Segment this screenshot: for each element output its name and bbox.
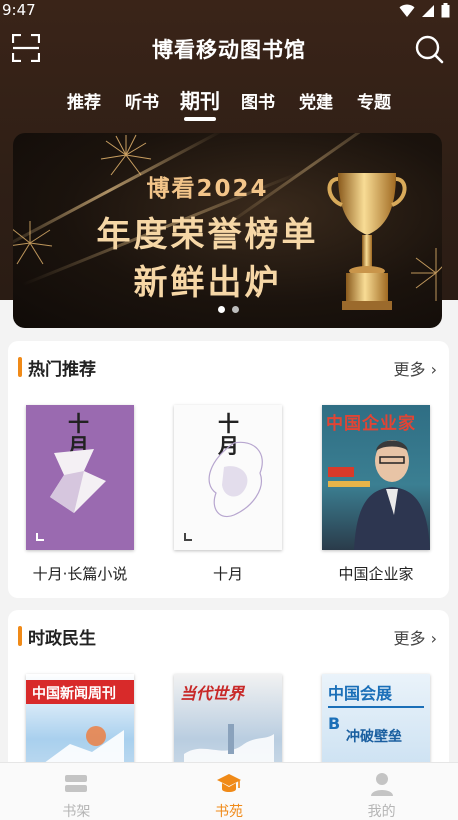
nav-bookshelf[interactable]: 书架: [0, 763, 153, 820]
cover-corner-mark: [36, 533, 44, 541]
category-tabs: 推荐 听书 期刊 图书 党建 专题: [0, 88, 458, 128]
tab-books[interactable]: 图书: [229, 88, 287, 128]
cover-corner-mark: [184, 533, 192, 541]
tab-label: 推荐: [67, 93, 101, 113]
cover-artwork: [50, 449, 106, 513]
chevron-right-icon: ›: [425, 360, 437, 379]
cover-letter: B: [328, 714, 341, 733]
tab-party-building[interactable]: 党建: [287, 88, 345, 128]
more-link[interactable]: 更多 ›: [394, 356, 438, 380]
nav-study[interactable]: 书苑: [153, 763, 306, 820]
section-header: 时政民生 更多 ›: [8, 610, 449, 662]
book-cover[interactable]: 中国企业家: [322, 405, 430, 550]
tab-label: 党建: [299, 93, 333, 113]
more-link[interactable]: 更多 ›: [394, 625, 438, 649]
user-icon: [370, 773, 393, 796]
tab-label: 专题: [357, 93, 391, 113]
tab-label: 图书: [241, 93, 275, 113]
active-tab-indicator: [184, 117, 216, 121]
book-name: 十月·长篇小说: [32, 565, 128, 583]
cover-headline-red: [328, 467, 354, 477]
more-label: 更多: [393, 629, 426, 648]
nav-label: 书苑: [215, 804, 243, 820]
cover-title: 中国会展: [328, 684, 393, 703]
tab-journals[interactable]: 期刊: [171, 85, 229, 125]
bookshelf-icon: [65, 775, 88, 792]
wifi-icon: [399, 4, 415, 17]
promo-banner[interactable]: 博看2024 年度荣誉榜单 新鲜出炉: [13, 133, 442, 328]
cover-title: 中国新闻周刊: [32, 686, 116, 702]
tab-label: 期刊: [180, 89, 220, 113]
cover-artwork: [208, 441, 263, 518]
book-name: 中国企业家: [338, 565, 414, 583]
battery-icon: [441, 3, 450, 18]
book-name: 十月: [212, 565, 243, 583]
tab-audiobooks[interactable]: 听书: [113, 88, 171, 128]
section-title: 热门推荐: [28, 360, 96, 380]
cover-person: [354, 440, 430, 550]
cover-title: 当代世界: [180, 684, 245, 703]
status-icons: [399, 3, 450, 18]
carousel-dot[interactable]: [232, 306, 239, 313]
section-accent-bar: [18, 357, 22, 377]
section-accent-bar: [18, 626, 22, 646]
trophy-icon: [327, 173, 407, 310]
more-label: 更多: [393, 360, 426, 379]
page-title: 博看移动图书馆: [152, 38, 306, 62]
graduation-cap-icon: [217, 774, 241, 792]
politics-section: 时政民生 更多 › 中国新闻周刊 当代世界 中国会展 冲破壁垒 B: [8, 610, 449, 780]
tab-topics[interactable]: 专题: [345, 88, 403, 128]
bottom-navigation: 书架 书苑 我的: [0, 762, 458, 820]
nav-label: 我的: [367, 804, 396, 820]
cover-subtitle: 冲破壁垒: [346, 729, 402, 745]
section-header: 热门推荐 更多 ›: [8, 341, 449, 393]
book-cover[interactable]: 十月: [174, 405, 282, 550]
status-time: 9:47: [2, 1, 36, 19]
carousel-indicator: [218, 306, 239, 313]
book-cover[interactable]: 十月: [26, 405, 134, 550]
tab-label: 听书: [125, 93, 159, 113]
chevron-right-icon: ›: [425, 629, 437, 648]
nav-label: 书架: [62, 804, 91, 820]
cover-issue-line: [328, 706, 424, 708]
hot-recommend-section: 热门推荐 更多 › 十月 十月·长篇小说 十月 十月 中国企业家 中国企业家: [8, 341, 449, 598]
tab-recommend[interactable]: 推荐: [55, 88, 113, 128]
cover-headline-gold: [328, 481, 370, 487]
signal-icon: [422, 4, 434, 17]
nav-profile[interactable]: 我的: [305, 763, 458, 820]
app-header: 博看移动图书馆: [0, 28, 458, 72]
search-icon[interactable]: [414, 34, 444, 64]
section-title: 时政民生: [28, 629, 96, 649]
status-bar: 9:47: [0, 0, 458, 24]
carousel-dot[interactable]: [218, 306, 225, 313]
